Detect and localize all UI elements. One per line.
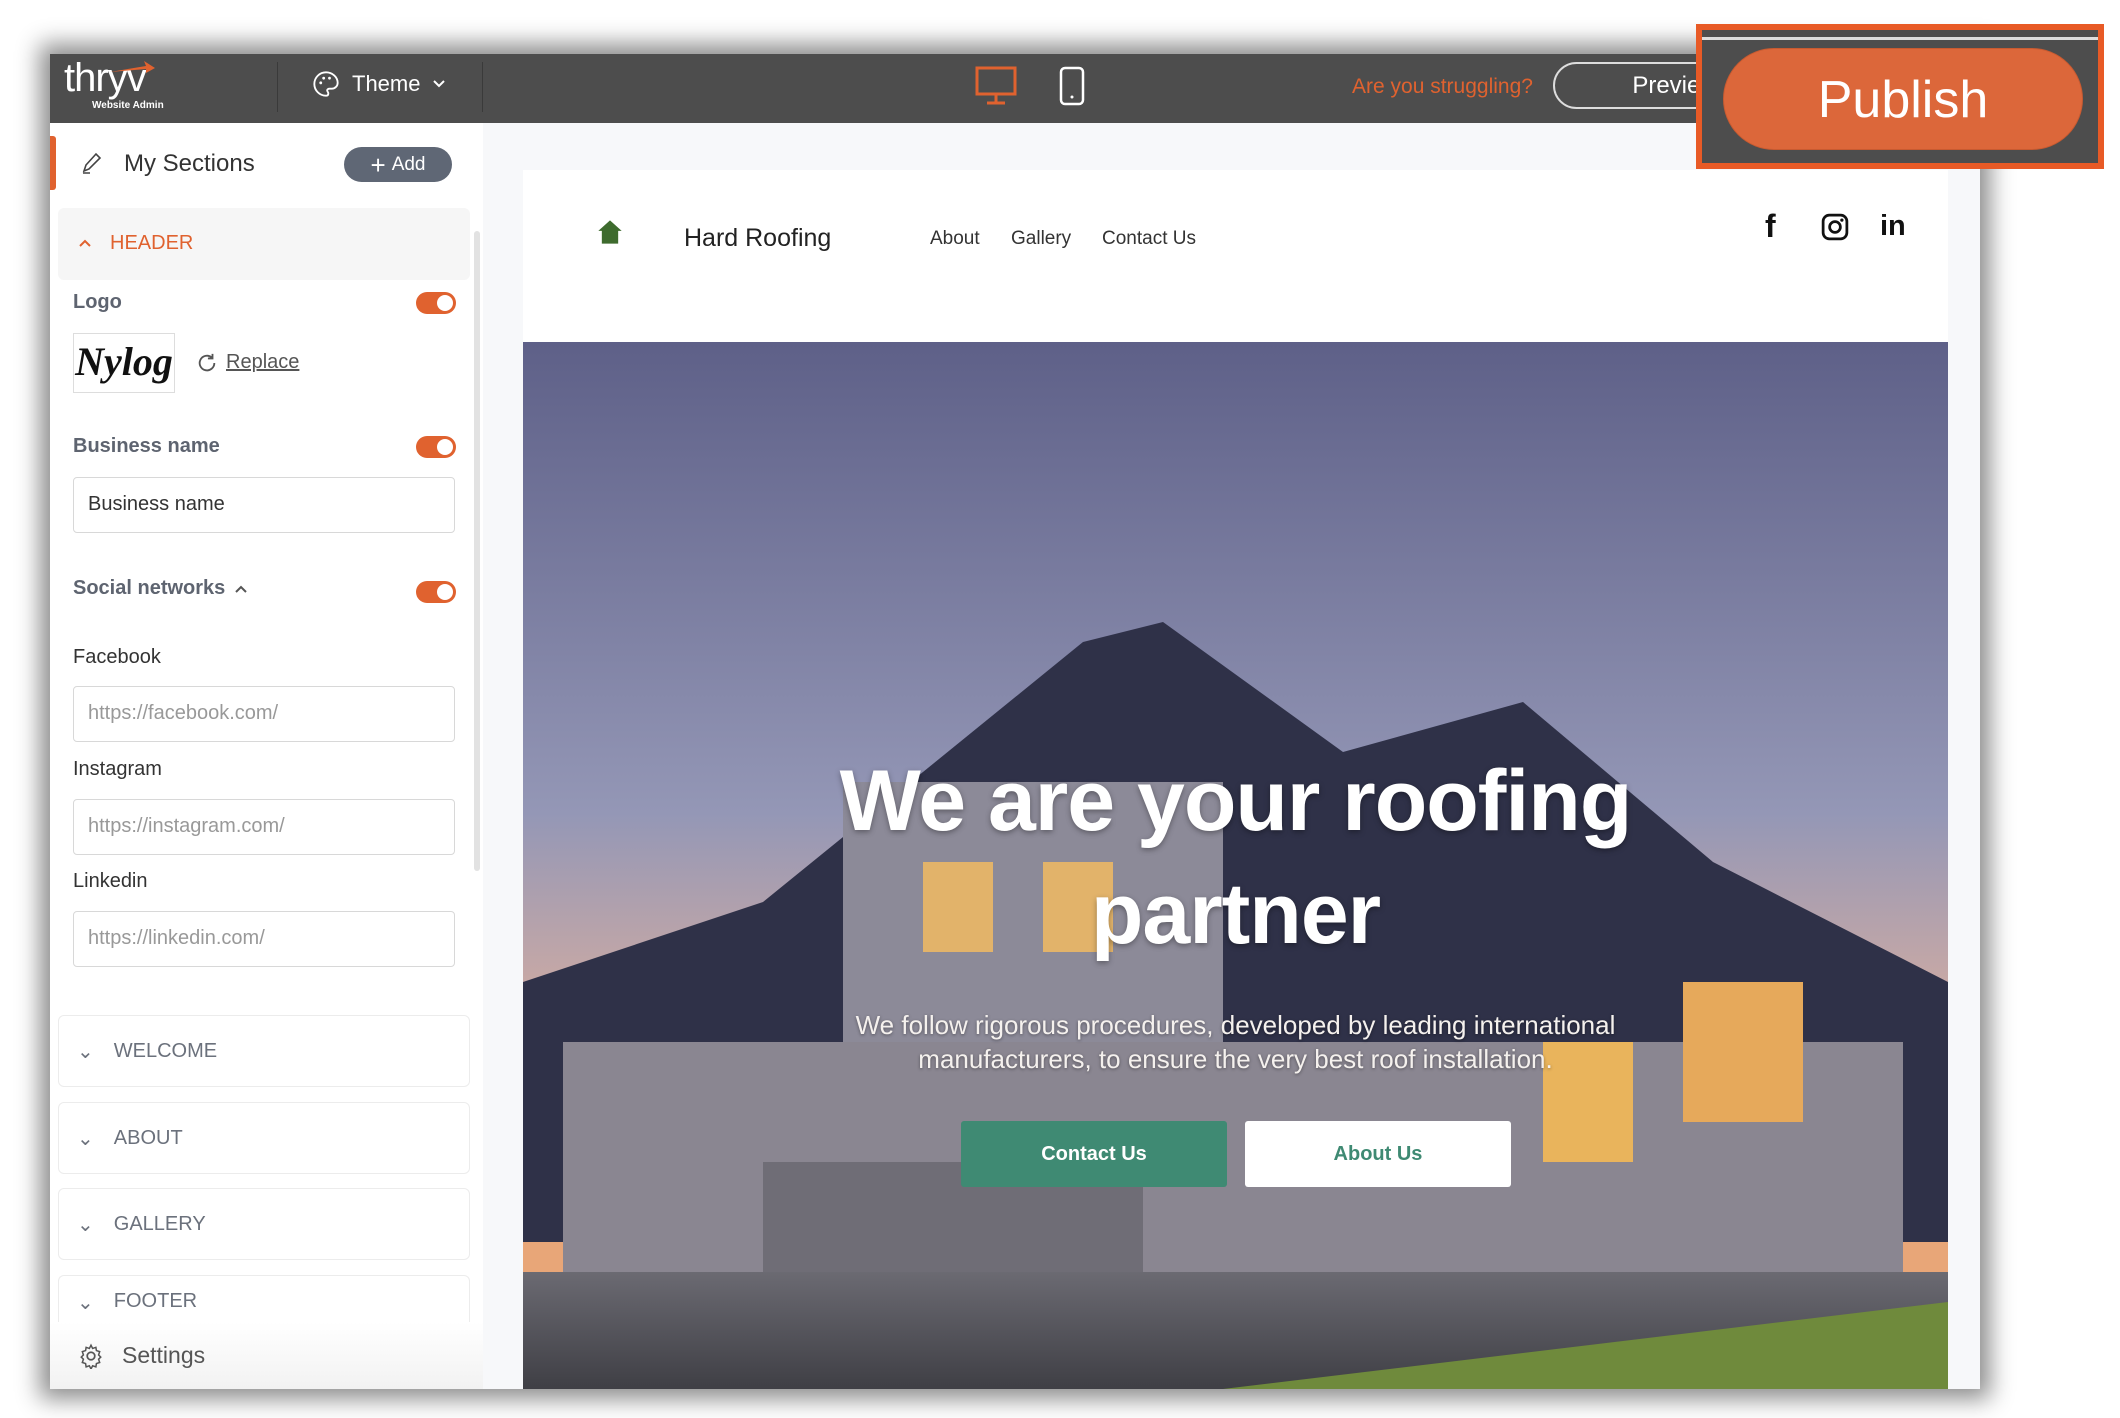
theme-label: Theme	[352, 71, 421, 96]
section-label: FOOTER	[113, 1290, 198, 1312]
linkedin-label: Linkedin	[73, 870, 148, 892]
linkedin-input[interactable]: https://linkedin.com/	[73, 911, 455, 967]
facebook-input[interactable]: https://facebook.com/	[73, 686, 455, 742]
sidebar-scrollbar[interactable]	[474, 231, 480, 871]
hero-subtitle-line1: We follow rigorous procedures, developed…	[855, 1010, 1616, 1040]
logo-label: Logo	[73, 291, 122, 313]
chevron-up-icon[interactable]	[234, 584, 248, 594]
thryv-logo[interactable]: thryv Website Admin	[64, 58, 164, 111]
add-label: Add	[391, 153, 426, 175]
my-sections-title: My Sections	[124, 150, 255, 177]
chevron-down-icon: ⌄	[77, 1213, 94, 1236]
section-footer[interactable]: ⌄ FOOTER	[58, 1275, 470, 1322]
active-indicator	[50, 136, 56, 190]
site-business-name[interactable]: Hard Roofing	[684, 224, 831, 253]
desktop-icon[interactable]	[975, 66, 1017, 106]
instagram-label: Instagram	[73, 758, 162, 780]
hero-title-line1: We are your roofing	[839, 753, 1633, 849]
nav-contact-us[interactable]: Contact Us	[1102, 228, 1196, 250]
pencil-icon	[82, 152, 102, 174]
chevron-down-icon: ⌄	[77, 1292, 94, 1314]
logo-toggle[interactable]	[416, 292, 456, 314]
linkedin-icon[interactable]: in	[1880, 210, 1906, 243]
business-name-label: Business name	[73, 435, 220, 457]
logo-subtitle: Website Admin	[92, 100, 164, 111]
facebook-label: Facebook	[73, 646, 161, 668]
logo-image: Nylog	[73, 333, 175, 393]
divider	[277, 62, 278, 112]
mobile-icon[interactable]	[1059, 66, 1085, 106]
hero-title-line2: partner	[1090, 866, 1381, 962]
hero-contact-us-button[interactable]: Contact Us	[961, 1121, 1227, 1187]
replace-logo-link[interactable]: Replace	[226, 351, 299, 374]
publish-button[interactable]: Publish	[1723, 48, 2083, 150]
hero-about-us-button[interactable]: About Us	[1245, 1121, 1511, 1187]
section-welcome[interactable]: ⌄ WELCOME	[58, 1015, 470, 1087]
section-gallery[interactable]: ⌄ GALLERY	[58, 1188, 470, 1260]
section-label: ABOUT	[113, 1126, 183, 1149]
social-networks-toggle[interactable]	[416, 581, 456, 603]
help-link[interactable]: Are you struggling?	[1352, 75, 1533, 99]
add-section-button[interactable]: + Add	[344, 147, 452, 182]
header-section-title: HEADER	[110, 232, 194, 254]
refresh-icon[interactable]	[196, 352, 218, 374]
instagram-icon[interactable]	[1820, 212, 1850, 242]
facebook-icon[interactable]: f	[1765, 208, 1776, 245]
section-about[interactable]: ⌄ ABOUT	[58, 1102, 470, 1174]
plus-icon: +	[370, 149, 386, 180]
instagram-input[interactable]: https://instagram.com/	[73, 799, 455, 855]
chevron-down-icon: ⌄	[77, 1040, 94, 1063]
nav-gallery[interactable]: Gallery	[1011, 228, 1071, 250]
home-icon[interactable]	[596, 218, 624, 246]
theme-menu[interactable]: Theme	[312, 70, 446, 98]
palette-icon	[313, 71, 339, 97]
chevron-down-icon	[433, 80, 446, 88]
settings-label: Settings	[122, 1342, 206, 1368]
section-label: WELCOME	[113, 1039, 218, 1062]
chevron-up-icon	[79, 239, 91, 247]
hero-subtitle-line2: manufacturers, to ensure the very best r…	[918, 1044, 1553, 1074]
business-name-toggle[interactable]	[416, 436, 456, 458]
gear-icon	[80, 1342, 102, 1369]
chevron-down-icon: ⌄	[77, 1127, 94, 1150]
logo-arrow-icon	[110, 61, 155, 73]
nav-about[interactable]: About	[930, 228, 980, 250]
business-name-input[interactable]: Business name	[73, 477, 455, 533]
social-networks-label: Social networks	[73, 577, 226, 599]
section-label: GALLERY	[113, 1212, 206, 1235]
settings-button[interactable]: Settings	[50, 1322, 483, 1389]
divider	[482, 62, 483, 112]
